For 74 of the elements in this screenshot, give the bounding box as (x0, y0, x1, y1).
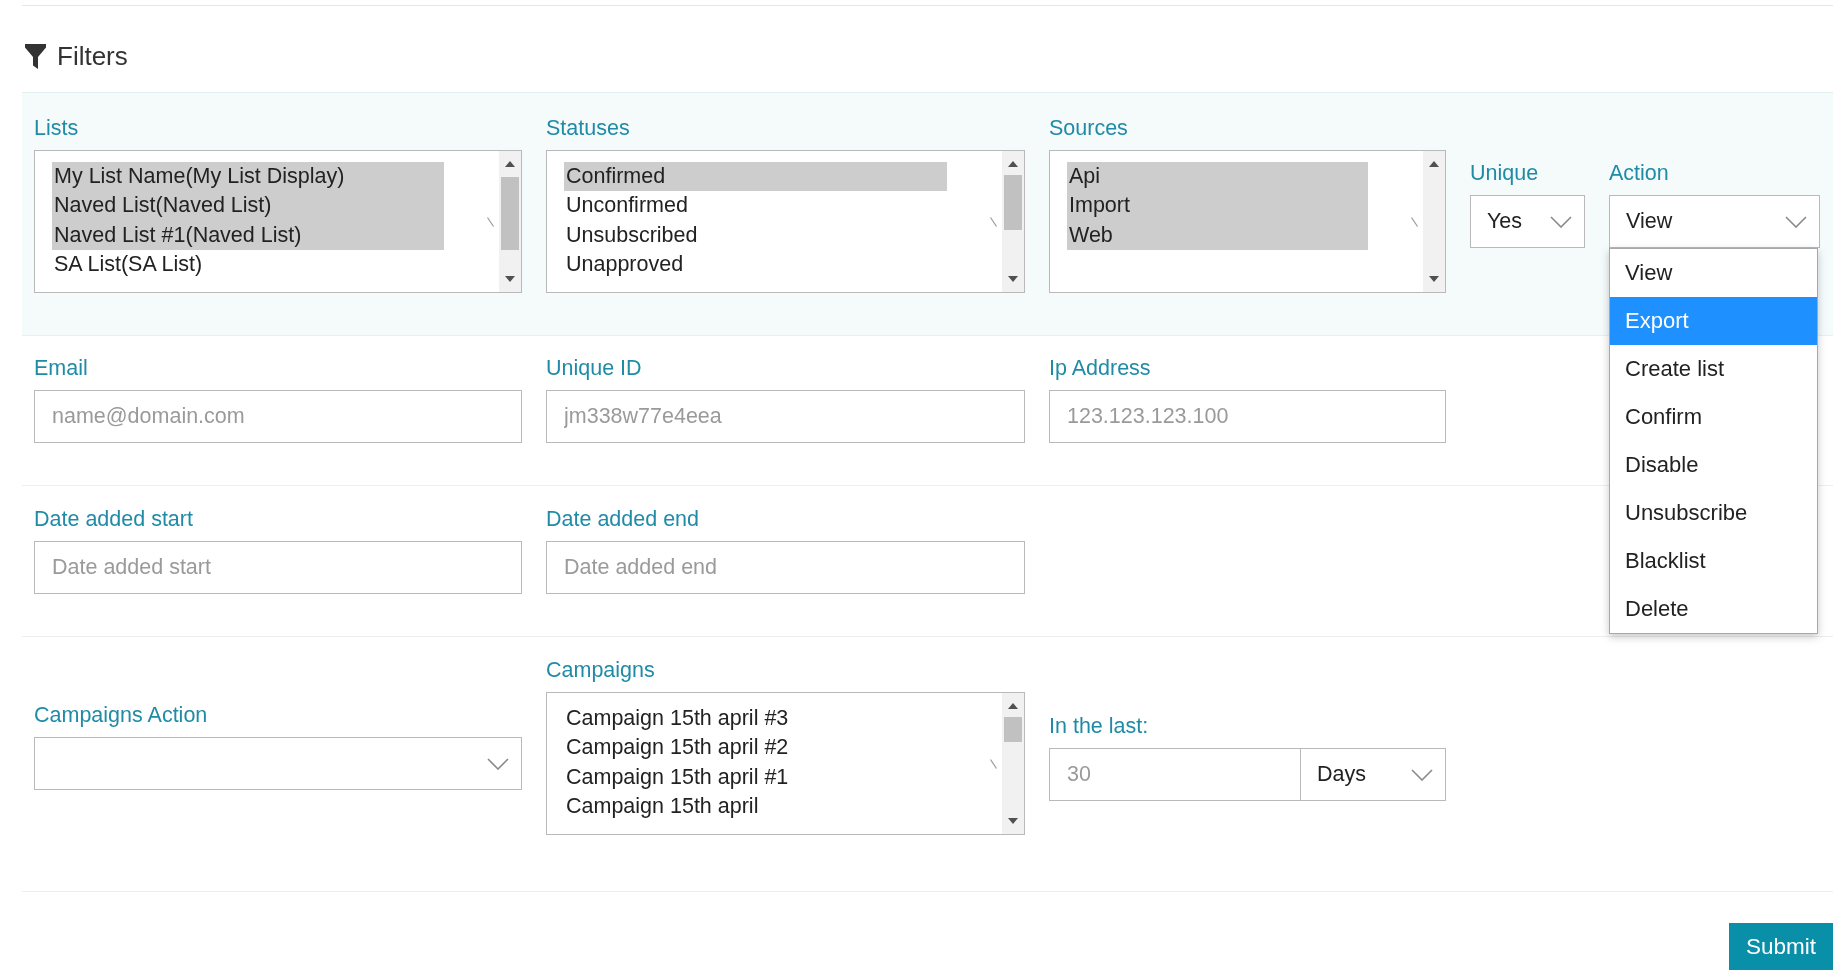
field-label: Unique (1470, 161, 1539, 185)
scroll-up-arrow-icon[interactable] (1008, 161, 1018, 167)
field-label: Sources (1049, 116, 1128, 140)
scrollbar[interactable] (1002, 151, 1024, 292)
text-field[interactable]: 123.123.123.100 (1049, 390, 1446, 443)
list-option[interactable]: SA List(SA List) (52, 250, 444, 280)
diagonal-tick-icon (990, 759, 997, 769)
list-option[interactable]: Campaign 15th april #1 (564, 762, 947, 792)
field-label: Email (34, 356, 88, 380)
scrollbar-thumb[interactable] (1004, 717, 1022, 742)
field-label: Date added end (546, 507, 700, 531)
filters-title: Filters (57, 41, 128, 71)
diagonal-tick-icon (990, 217, 997, 227)
multi-select-list[interactable]: Api Import Web (1049, 150, 1446, 293)
list-option[interactable]: Campaign 15th april #2 (564, 733, 947, 763)
unit-select[interactable]: Days (1301, 748, 1446, 801)
list-option[interactable]: Naved List #1(Naved List) (52, 220, 444, 250)
scroll-up-arrow-icon[interactable] (1008, 703, 1018, 709)
submit-button[interactable]: Submit (1728, 923, 1833, 970)
chevron-down-icon (1550, 215, 1572, 228)
number-field[interactable]: 30 (1049, 748, 1301, 801)
list-option[interactable]: Api (1067, 161, 1368, 191)
list-option[interactable]: My List Name(My List Display) (52, 161, 444, 191)
field-label: Ip Address (1049, 356, 1151, 380)
menu-item[interactable]: Create list (1610, 345, 1817, 393)
menu-item[interactable]: Disable (1610, 441, 1817, 489)
scroll-down-arrow-icon[interactable] (1008, 818, 1018, 824)
multi-select-list[interactable]: My List Name(My List Display) Naved List(Naved List) Naved List #1(Naved List) SA List(SA List) (34, 150, 522, 293)
list-option[interactable]: Confirmed (564, 161, 947, 191)
menu-item[interactable]: Unsubscribe (1610, 489, 1817, 537)
text-field[interactable]: jm338w77e4eea (546, 390, 1025, 443)
list-option[interactable]: Unapproved (564, 250, 947, 280)
multi-select-list[interactable]: Campaign 15th april #3 Campaign 15th april #2 Campaign 15th april #1 Campaign 15th april (546, 692, 1025, 835)
scrollbar-thumb[interactable] (1004, 175, 1022, 230)
chevron-down-icon (487, 757, 509, 770)
diagonal-tick-icon (1411, 217, 1418, 227)
text-field[interactable]: name@domain.com (34, 390, 522, 443)
menu-item[interactable]: View (1610, 249, 1817, 297)
scroll-up-arrow-icon[interactable] (505, 161, 515, 167)
dropdown-select[interactable]: Yes (1470, 195, 1585, 248)
menu-item[interactable]: Confirm (1610, 393, 1817, 441)
list-option[interactable]: Web (1067, 220, 1368, 250)
list-option[interactable]: Naved List(Naved List) (52, 191, 444, 221)
scroll-up-arrow-icon[interactable] (1429, 161, 1439, 167)
scrollbar[interactable] (1423, 151, 1445, 292)
list-option[interactable]: Unsubscribed (564, 220, 947, 250)
chevron-down-icon (1411, 768, 1433, 781)
field-label: Statuses (546, 116, 630, 140)
text-field[interactable]: Date added start (34, 541, 522, 594)
scrollbar[interactable] (1002, 693, 1024, 834)
field-label: Campaigns (546, 658, 655, 682)
scrollbar-thumb[interactable] (501, 177, 519, 250)
filter-icon (25, 43, 46, 69)
scroll-down-arrow-icon[interactable] (1008, 276, 1018, 282)
list-option[interactable]: Campaign 15th april #3 (564, 703, 947, 733)
list-option[interactable]: Unconfirmed (564, 191, 947, 221)
field-label: Unique ID (546, 356, 642, 380)
field-label: Action (1609, 161, 1669, 185)
scrollbar[interactable] (499, 151, 521, 292)
dropdown-select[interactable]: View (1609, 195, 1820, 248)
field-label: In the last: (1049, 714, 1149, 738)
field-label: Lists (34, 116, 79, 140)
multi-select-list[interactable]: Confirmed Unconfirmed Unsubscribed Unapproved (546, 150, 1025, 293)
scroll-down-arrow-icon[interactable] (1429, 276, 1439, 282)
text-field[interactable]: Date added end (546, 541, 1025, 594)
field-label: Date added start (34, 507, 193, 531)
menu-item[interactable]: Blacklist (1610, 537, 1817, 585)
diagonal-tick-icon (487, 217, 494, 227)
chevron-down-icon (1785, 215, 1807, 228)
scroll-down-arrow-icon[interactable] (505, 276, 515, 282)
field-label: Campaigns Action (34, 703, 208, 727)
list-option[interactable]: Campaign 15th april (564, 792, 947, 822)
list-option[interactable]: Import (1067, 191, 1368, 221)
menu-item[interactable]: Delete (1610, 585, 1817, 633)
